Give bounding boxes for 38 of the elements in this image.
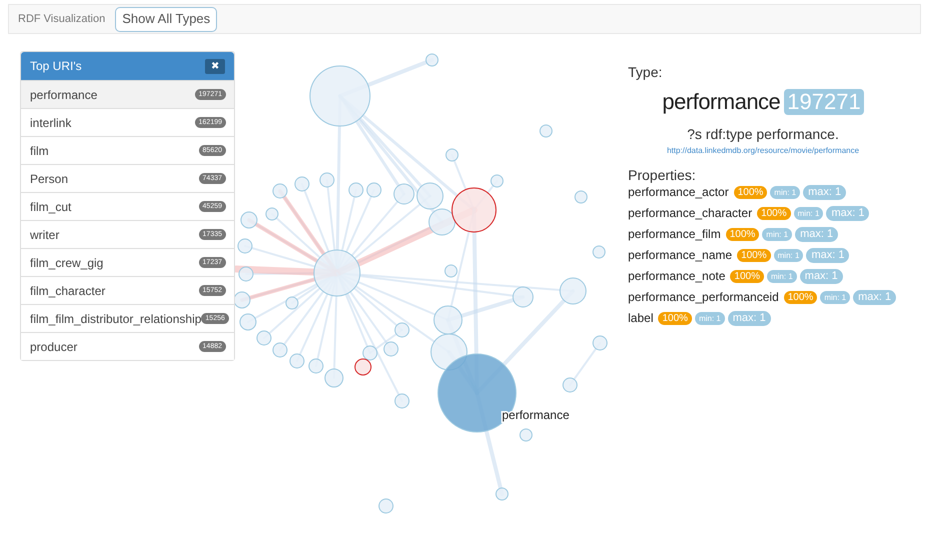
max-badge: max: 1: [853, 290, 896, 304]
count-badge: 197271: [784, 88, 864, 114]
property-name: performance_performanceid: [628, 289, 779, 306]
max-badge: max: 1: [728, 310, 771, 326]
coverage-badge: 100%: [737, 248, 771, 262]
uri-link[interactable]: http://data.linkedmdb.org/resource/movie/performance: [666, 145, 860, 157]
min-badge: min: 1: [694, 312, 725, 324]
coverage-badge: 100%: [726, 228, 760, 240]
app-title: RDF Visualization: [18, 12, 106, 27]
coverage-badge: 100%: [757, 206, 791, 220]
min-badge: min: 1: [770, 186, 800, 198]
max-badge: max: 1: [800, 268, 843, 284]
property-name: performance_actor: [628, 184, 729, 201]
max-badge: max: 1: [806, 248, 850, 262]
coverage-badge: 100%: [784, 290, 818, 304]
coverage-badge: 100%: [658, 312, 692, 324]
type-query: ?s rdf:type performance.: [687, 125, 839, 144]
min-badge: min: 1: [774, 248, 804, 262]
min-badge: min: 1: [794, 206, 824, 220]
panel-title: Top URI's: [30, 58, 82, 75]
coverage-badge: 100%: [734, 186, 768, 198]
property-name: performance_note: [628, 268, 726, 285]
close-button[interactable]: ✖: [205, 58, 225, 74]
max-badge: max: 1: [803, 184, 846, 200]
property-name: performance_name: [628, 247, 732, 264]
type-heading: Type:: [628, 63, 662, 82]
coverage-badge: 100%: [730, 270, 764, 282]
min-badge: min: 1: [820, 290, 850, 304]
min-badge: min: 1: [762, 228, 792, 240]
property-name: performance_film: [628, 226, 721, 243]
show-all-types-button[interactable]: Show All Types: [115, 6, 218, 32]
property-name: performance_character: [628, 205, 752, 222]
max-badge: max: 1: [795, 226, 838, 242]
property-name: label: [628, 310, 654, 327]
type-name: performance: [662, 88, 780, 116]
max-badge: max: 1: [826, 206, 870, 220]
min-badge: min: 1: [766, 270, 797, 282]
properties-heading: Properties:: [628, 167, 696, 183]
